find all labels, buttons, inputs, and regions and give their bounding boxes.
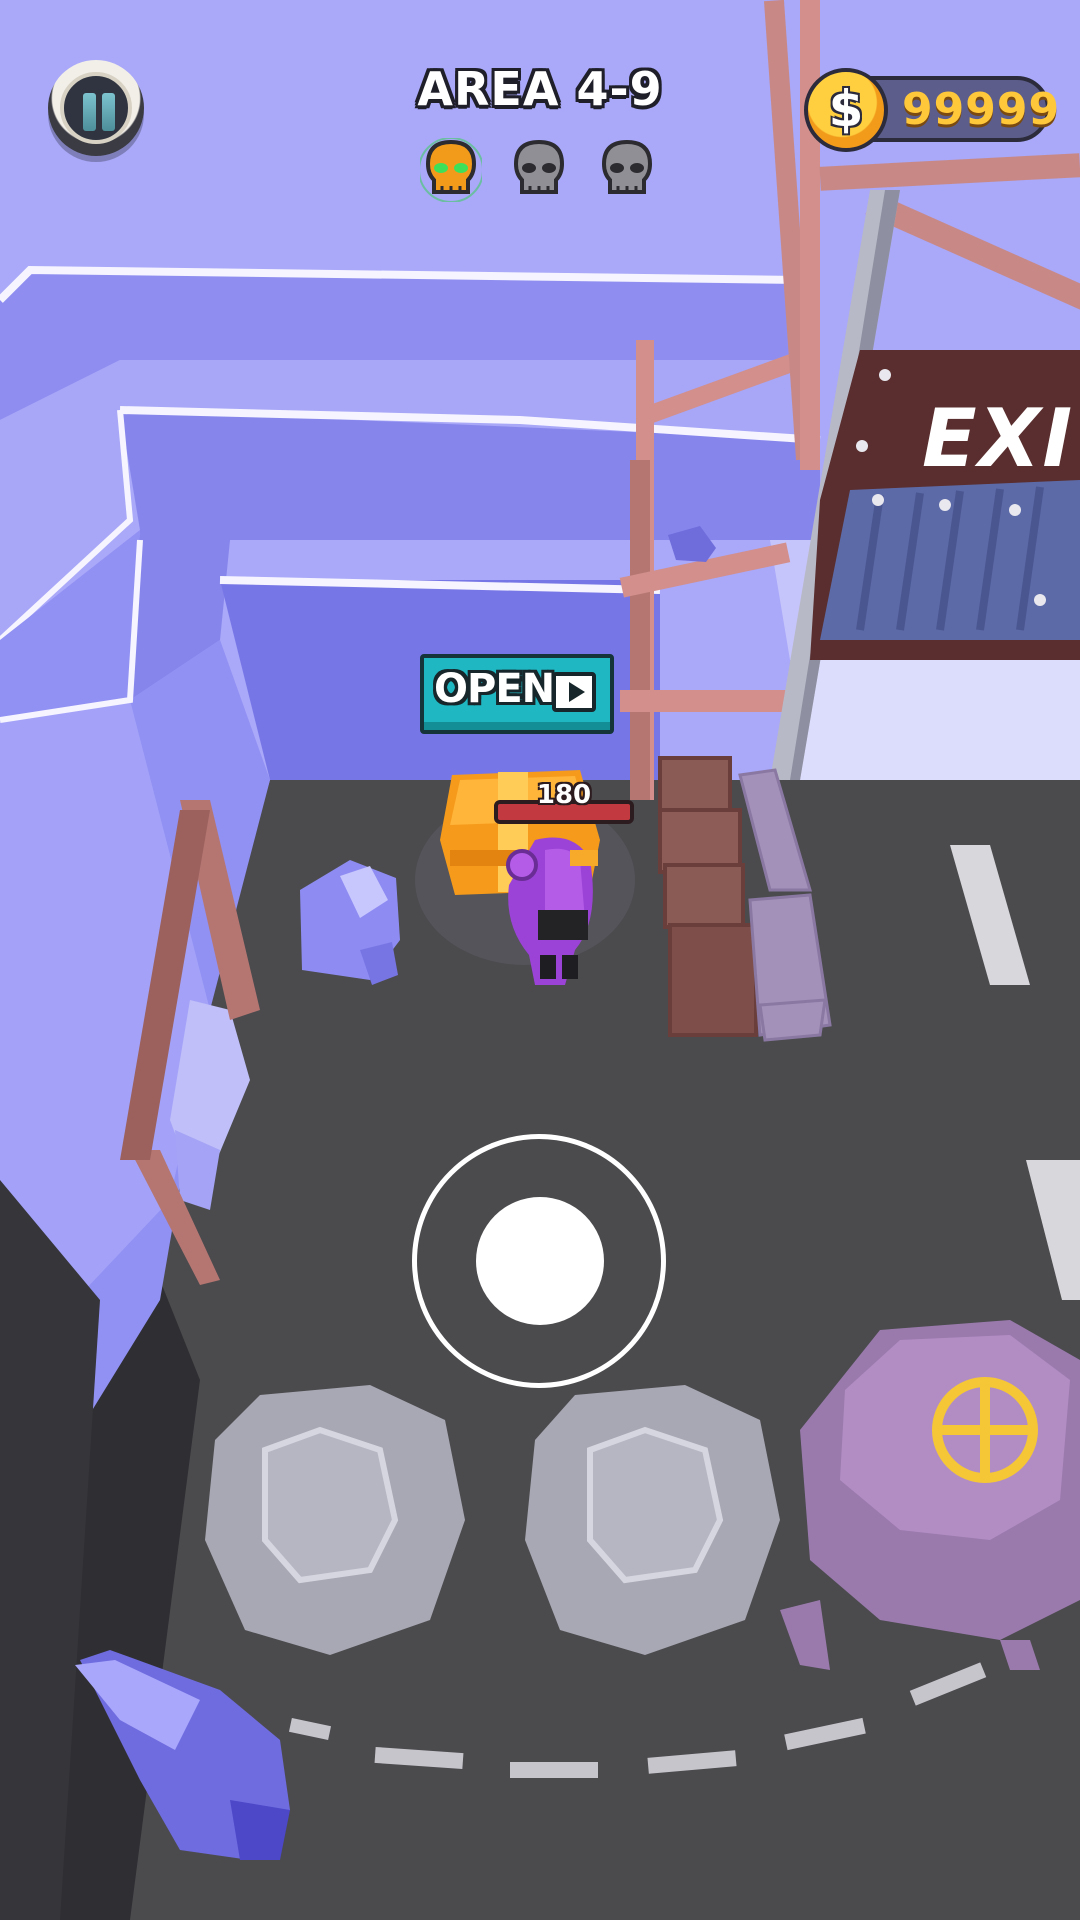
- game-scene: [0, 0, 1080, 1920]
- joystick-knob[interactable]: [476, 1197, 604, 1325]
- area-title: AREA 4-9: [417, 62, 663, 116]
- exit-sign-text: EXI: [922, 392, 1075, 485]
- open-label: OPEN: [434, 666, 555, 712]
- pause-icon: [60, 72, 132, 144]
- open-chest-button[interactable]: OPEN: [420, 654, 614, 734]
- pause-button[interactable]: [48, 60, 144, 156]
- play-icon: [552, 672, 596, 712]
- coin-icon: $: [804, 68, 888, 152]
- coin-value: 99999: [902, 84, 1061, 135]
- skull-icon: [513, 139, 565, 194]
- skull-icon-active: [420, 138, 482, 202]
- stone-disc-left: [205, 1385, 465, 1655]
- skull-icon: [601, 139, 653, 194]
- stone-disc-right: [525, 1385, 780, 1655]
- health-value: 180: [536, 780, 592, 810]
